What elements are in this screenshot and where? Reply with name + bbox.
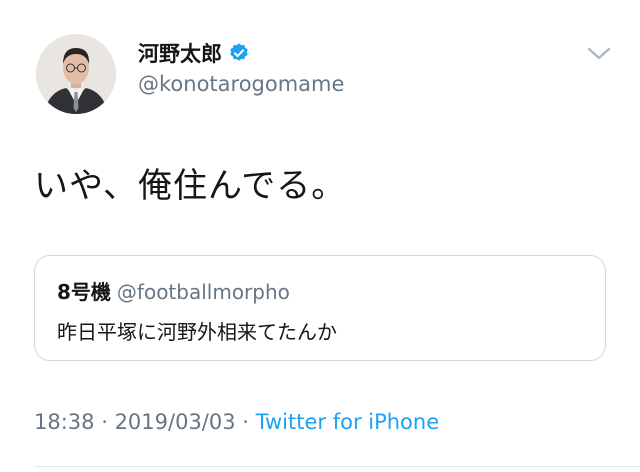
- divider: [34, 466, 640, 467]
- tweet-time: 18:38: [34, 410, 95, 434]
- display-name[interactable]: 河野太郎: [138, 38, 222, 68]
- tweet-source-link[interactable]: Twitter for iPhone: [256, 410, 440, 434]
- verified-badge-icon: [230, 43, 248, 61]
- meta-separator: ·: [235, 410, 256, 434]
- avatar-image: [36, 34, 116, 114]
- tweet-text: いや、俺住んでる。: [34, 166, 347, 206]
- user-handle[interactable]: @konotarogomame: [138, 72, 344, 96]
- quoted-tweet-handle: @footballmorpho: [116, 280, 290, 304]
- tweet-date[interactable]: 2019/03/03: [115, 410, 236, 434]
- meta-separator: ·: [94, 410, 115, 434]
- tweet-meta: 18:38 · 2019/03/03 · Twitter for iPhone: [34, 410, 439, 434]
- quoted-tweet[interactable]: 8号機 @footballmorpho 昨日平塚に河野外相来てたんか: [34, 255, 606, 361]
- avatar[interactable]: [36, 34, 116, 114]
- quoted-tweet-name: 8号機: [57, 280, 111, 304]
- quoted-tweet-text: 昨日平塚に河野外相来てたんか: [57, 320, 337, 344]
- tweet-card: 河野太郎 @konotarogomame いや、俺住んでる。 8号機 @footb…: [0, 0, 640, 472]
- quoted-tweet-header: 8号機 @footballmorpho: [57, 276, 290, 305]
- chevron-down-icon[interactable]: [586, 44, 612, 64]
- display-name-row[interactable]: 河野太郎: [138, 38, 250, 68]
